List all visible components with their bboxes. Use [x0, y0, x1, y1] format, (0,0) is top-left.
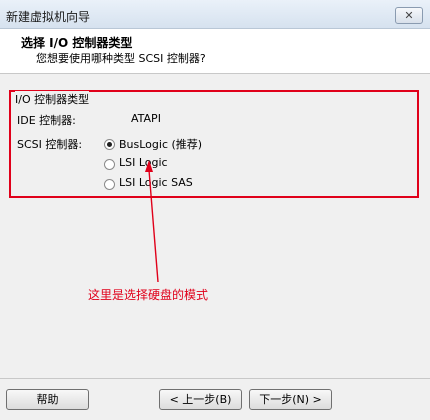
footer-divider — [0, 378, 430, 379]
help-button[interactable]: 帮助 — [6, 389, 89, 410]
annotation-text: 这里是选择硬盘的模式 — [88, 288, 209, 302]
next-button[interactable]: 下一步(N) > — [249, 389, 332, 410]
annotation-arrow — [145, 160, 159, 283]
back-button[interactable]: < 上一步(B) — [159, 389, 242, 410]
